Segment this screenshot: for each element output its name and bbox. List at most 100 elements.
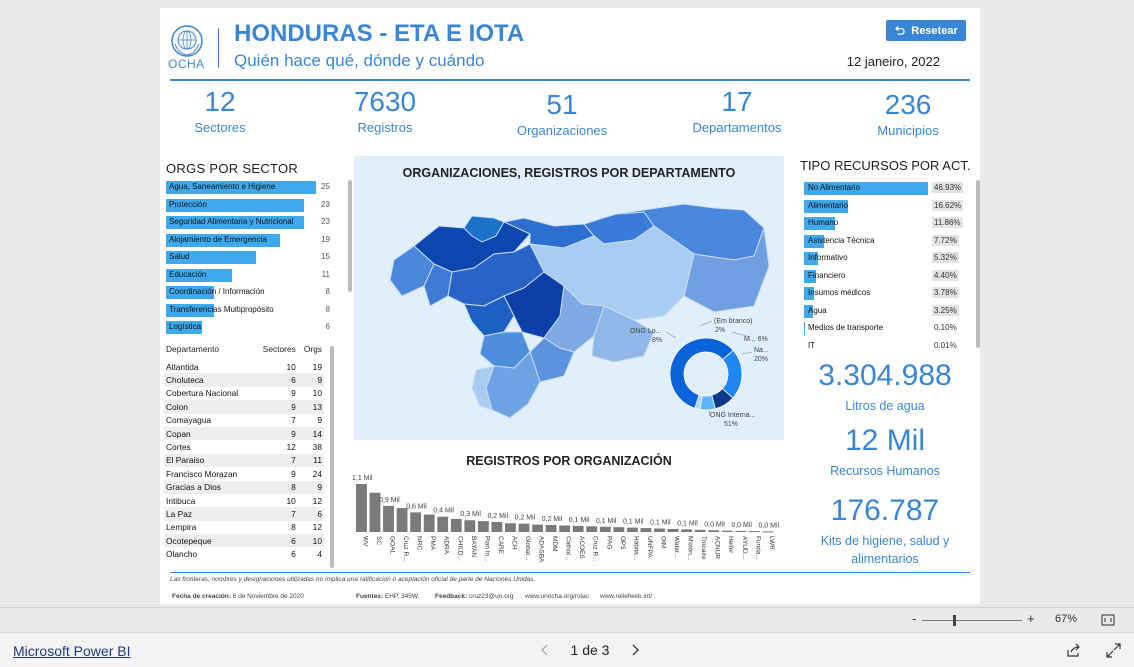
registros-category-label: Heifer [727,536,734,554]
cell-departamento: El Paraiso [164,453,255,468]
tipo-recursos-chart[interactable]: No Alimentario 46.93% Alimentario 16.62% Hum… [804,181,964,357]
registros-bar[interactable] [410,512,422,532]
registros-bar[interactable] [505,523,516,532]
registros-bar[interactable] [762,531,774,533]
table-row[interactable]: Lempira 8 12 [164,521,324,534]
registros-bar-chart[interactable]: WV SC GOAL Cruz R... NRC PMA ADRA CHILD... BAYAN… [346,460,786,572]
registros-bar[interactable] [721,530,733,532]
recurso-label: Insumos médicos [808,288,871,297]
share-icon[interactable] [1066,643,1082,658]
table-row[interactable]: Atlantida 10 19 [164,360,324,373]
registros-bar[interactable] [532,524,543,532]
recurso-bar-row[interactable]: Humano 11.86% [804,216,963,234]
registros-bar[interactable] [626,527,638,532]
cell-orgs: 38 [312,442,322,453]
registros-bar[interactable] [586,526,598,532]
donut-label-m: M... 6% [744,336,768,343]
recurso-bar-row[interactable]: Medios de transporte 0.10% [804,321,957,339]
sector-bar-row[interactable]: Transferencias Multipropósito 8 [166,303,330,321]
recurso-bar-row[interactable]: Agua 3.25% [804,304,959,322]
table-scrollbar[interactable] [330,346,334,568]
sector-bar-row[interactable]: Seguridad Alimentaria y Nutricional 23 [166,215,330,233]
sector-bar-row[interactable]: Alojamiento de Emergencia 19 [166,233,330,251]
sector-bar-row[interactable]: Salud 15 [166,250,330,268]
recursos-scrollbar[interactable] [976,180,980,348]
registros-bar[interactable] [681,529,692,532]
zoom-slider-track[interactable] [922,620,1022,621]
table-row[interactable]: Cobertura Nacional 9 10 [164,387,324,400]
recurso-label: Financiero [808,270,846,280]
prev-page-icon[interactable] [540,644,550,656]
registros-bar[interactable] [667,528,679,532]
registros-category-label: CHILD... [456,536,463,561]
recurso-bar-row[interactable]: Asistencia Técnica 7.72% [804,234,959,252]
registros-data-label: 0,6 Mil [406,503,427,510]
departamento-table[interactable]: Departamento Sectores Orgs Atlantida 10 19… [164,342,324,561]
sector-bar-row[interactable]: Protección 23 [166,198,330,216]
table-row[interactable]: Gracias a Dios 8 9 [164,480,324,494]
table-row[interactable]: Ocotepeque 6 10 [164,534,324,548]
sector-scrollbar[interactable] [348,180,352,292]
col-departamento[interactable]: Departamento [164,342,254,360]
registros-bar[interactable] [708,530,720,532]
registros-bar[interactable] [654,528,665,532]
table-row[interactable]: La Paz 7 6 [164,507,324,521]
table-row[interactable]: Choluteca 6 9 [164,373,324,387]
registros-bar[interactable] [694,529,706,532]
registros-bar[interactable] [464,520,476,532]
sector-bar-row[interactable]: Agua, Saneamiento e Higiene 25 [166,180,330,198]
table-row[interactable]: Cortes 12 38 [164,440,324,453]
map-visual[interactable]: ORGANIZACIONES, REGISTROS POR DEPARTAMEN… [354,156,784,440]
registros-bar[interactable] [572,525,584,532]
cell-departamento: La Paz [164,507,255,521]
registros-bar[interactable] [613,527,625,532]
col-orgs[interactable]: Orgs [298,342,324,360]
orgs-por-sector-chart[interactable]: Agua, Saneamiento e Higiene 25 Protección 2… [166,180,330,338]
sector-bar-row[interactable]: Coordinación / Información 8 [166,285,330,303]
table-row[interactable]: Intibuca 10 12 [164,494,324,507]
registros-bar[interactable] [599,526,611,532]
zoom-out-button[interactable]: - [912,611,916,626]
power-bi-link[interactable]: Microsoft Power BI [13,643,130,659]
link-reliefweb[interactable]: www.reliefweb.int/ [600,593,652,600]
registros-data-label: 1,1 Mil [352,475,373,482]
zoom-slider-thumb[interactable] [953,615,956,626]
col-sectores[interactable]: Sectores [254,342,298,360]
recurso-bar-row[interactable]: Financiero 4.40% [804,269,959,287]
reset-button[interactable]: Resetear [886,20,966,41]
registros-bar[interactable] [545,525,557,532]
registros-bar[interactable] [518,523,530,532]
registros-bar[interactable] [423,514,435,532]
registros-bar[interactable] [735,530,747,532]
table-row[interactable]: Colon 9 13 [164,400,324,414]
table-row[interactable]: Copan 9 14 [164,426,324,441]
table-row[interactable]: El Paraiso 7 11 [164,453,324,468]
registros-bar[interactable] [491,521,503,532]
registros-bar[interactable] [748,531,760,533]
fullscreen-icon[interactable] [1106,643,1121,658]
donut-chart[interactable] [354,156,784,440]
cell-orgs: 14 [297,426,324,441]
recurso-bar-row[interactable]: No Alimentario 46.93% [804,181,964,199]
recurso-bar-row[interactable]: Alimentario 16.62% [804,199,964,217]
registros-bar[interactable] [450,518,462,532]
zoom-in-button[interactable]: + [1027,611,1035,626]
sector-bar-row[interactable]: Educación 11 [166,268,330,286]
sector-bar-row[interactable]: Logística 6 [166,320,330,338]
registros-bar[interactable] [559,525,571,532]
registros-bar[interactable] [477,521,489,532]
registros-bar[interactable] [396,508,408,532]
registros-bar[interactable] [356,484,367,532]
link-unocha[interactable]: www.unocha.org/rolac [525,593,589,600]
recurso-bar-row[interactable]: IT 0.01% [804,339,957,357]
recurso-bar-row[interactable]: Insumos médicos 3.78% [804,286,959,304]
registros-bar[interactable] [383,505,394,532]
table-row[interactable]: Francisco Morazan 9 24 [164,467,324,480]
next-page-icon[interactable] [630,644,640,656]
table-row[interactable]: Comayagua 7 9 [164,414,324,427]
registros-bar[interactable] [640,528,652,532]
recurso-bar-row[interactable]: Informativo 5.32% [804,251,959,269]
table-row[interactable]: Olancho 6 4 [164,547,324,560]
fit-page-icon[interactable] [1101,614,1115,626]
registros-bar[interactable] [437,516,449,532]
